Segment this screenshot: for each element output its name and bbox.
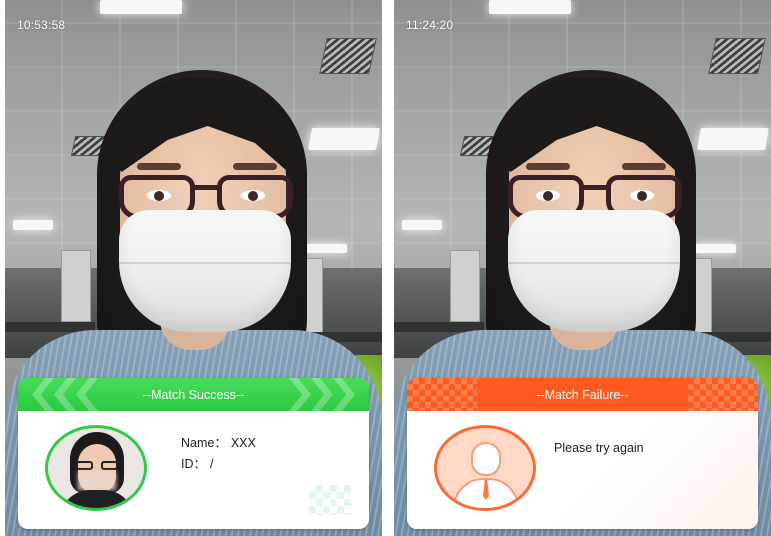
photo-blurred-area — [78, 472, 116, 490]
match-result-title: --Match Success-- — [142, 387, 245, 402]
face-mask-seam — [508, 262, 680, 264]
id-row: ID： / — [181, 454, 256, 475]
face-mask — [508, 210, 680, 332]
chevron-left-icon — [32, 378, 54, 411]
timestamp: 11:24:20 — [406, 18, 454, 32]
eyebrow — [137, 163, 181, 170]
match-result-header: --Match Failure-- — [407, 378, 758, 411]
checker-pattern — [407, 378, 477, 411]
photo-shirt — [60, 490, 134, 508]
glasses-bridge — [193, 185, 219, 190]
camera-screen-failure: 11:24:20 --Match Failure-- Please try ag… — [394, 0, 771, 536]
match-result-card: --Match Failure-- Please try again — [407, 378, 758, 529]
match-result-card: --Match Success-- Name： XXX ID： / — [18, 378, 369, 529]
chevron-right-icon — [311, 378, 333, 411]
chevron-right-icon — [333, 378, 355, 411]
person-info: Name： XXX ID： / — [181, 433, 256, 475]
decorative-squares — [309, 485, 351, 515]
matched-face-photo — [45, 425, 147, 511]
checker-pattern — [688, 378, 758, 411]
photo-glasses — [76, 461, 118, 471]
id-label: ID： — [181, 457, 207, 471]
timestamp: 10:53:58 — [17, 18, 66, 32]
name-row: Name： XXX — [181, 433, 256, 454]
chevron-right-icon — [289, 378, 311, 411]
name-value: XXX — [230, 436, 256, 450]
chevron-left-icon — [54, 378, 76, 411]
retry-message: Please try again — [554, 441, 644, 455]
face-mask-seam — [119, 262, 291, 264]
eyebrow — [233, 163, 277, 170]
chevron-left-icon — [76, 378, 98, 411]
face-mask — [119, 210, 291, 332]
name-label: Name： — [181, 436, 227, 450]
silhouette-head — [471, 442, 501, 476]
eyebrow — [526, 163, 570, 170]
glasses-bridge — [582, 185, 608, 190]
camera-screen-success: 10:53:58 --Match Success-- Name： XXX ID：… — [5, 0, 382, 536]
eyebrow — [622, 163, 666, 170]
match-result-body: Please try again — [407, 411, 758, 529]
id-value: / — [210, 457, 214, 471]
match-result-title: --Match Failure-- — [536, 387, 629, 402]
match-result-body: Name： XXX ID： / — [18, 411, 369, 529]
user-silhouette-icon — [434, 425, 536, 511]
match-result-header: --Match Success-- — [18, 378, 369, 411]
